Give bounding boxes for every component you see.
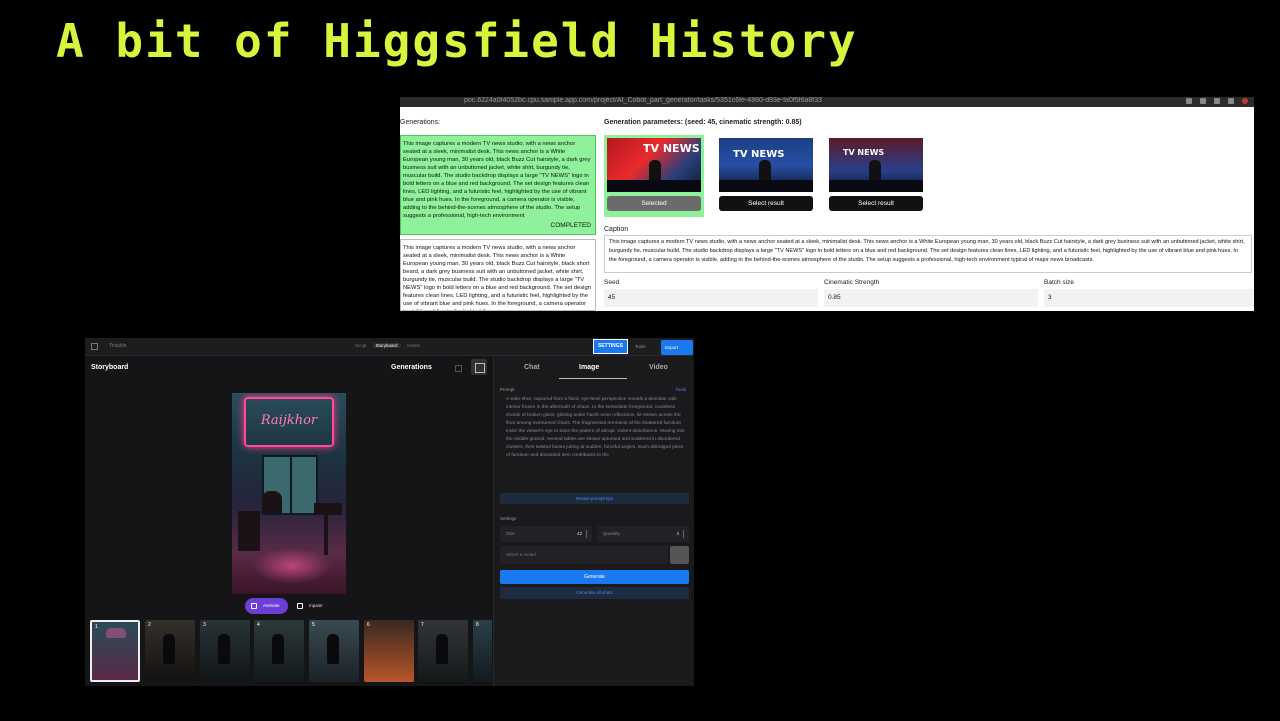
shot-thumbnail[interactable]: 7 [418, 620, 468, 682]
tab-chat[interactable]: Chat [524, 364, 540, 371]
shot-thumbnails: 1 2 3 4 5 6 7 8 [90, 620, 492, 682]
neon-sign: Raijkhor [244, 397, 334, 447]
export-button[interactable]: Export [661, 340, 693, 355]
generation-card-completed[interactable]: This image captures a modern TV news stu… [400, 135, 596, 235]
film-icon [251, 603, 257, 609]
model-select[interactable]: Select a model [500, 546, 668, 564]
tv-news-logo: TV NEWS [733, 149, 785, 160]
caption-textarea[interactable]: This image captures a modern TV news stu… [604, 235, 1252, 273]
anchor-figure [649, 160, 661, 182]
cinematic-strength-input[interactable]: 0.85 [824, 289, 1038, 307]
batch-size-input[interactable]: 3 [1044, 289, 1254, 307]
download-icon[interactable] [1228, 98, 1234, 104]
panel-toggle-icon[interactable] [471, 359, 487, 375]
shot-thumbnail[interactable]: 6 [364, 620, 414, 682]
caption-label: Caption [604, 226, 629, 233]
result-2: TV NEWS Select result [716, 135, 816, 217]
generate-all-shots-button[interactable]: Generate all shots [500, 587, 689, 599]
shot-thumbnail[interactable]: 2 [145, 620, 195, 682]
result-1: TV NEWS Selected [604, 135, 704, 217]
tv-news-logo: TV NEWS [643, 142, 700, 155]
generation-text: This image captures a modern TV news stu… [403, 141, 591, 219]
top-bar: Tintable Script Storyboard Assets SETTIN… [85, 338, 694, 356]
quantity-stepper[interactable]: Quantity 4 [597, 526, 689, 542]
generation-results-screenshot: poc.6224a0f4052bc.cpu.sample.app.com/pro… [400, 97, 1254, 311]
animate-label: Animate [263, 603, 280, 608]
generate-button[interactable]: Generate [500, 570, 689, 584]
generations-label: Generations: [400, 119, 441, 126]
shot-thumbnail[interactable]: 8 [473, 620, 492, 682]
home-icon[interactable] [91, 343, 98, 350]
browser-toolbar: poc.6224a0f4052bc.cpu.sample.app.com/pro… [400, 97, 1254, 107]
cinematic-strength-label: Cinematic Strength [824, 279, 880, 286]
result-image[interactable]: TV NEWS [719, 138, 813, 192]
size-label: Size [506, 531, 515, 536]
result-image[interactable]: TV NEWS [829, 138, 923, 192]
nav-storyboard[interactable]: Storyboard [372, 343, 401, 348]
batch-size-label: Batch size [1044, 279, 1074, 286]
quantity-value: 4 [676, 531, 679, 536]
tab-icon[interactable] [1214, 98, 1220, 104]
shot-thumbnail[interactable]: 4 [254, 620, 304, 682]
tv-news-logo: TV NEWS [843, 148, 885, 157]
project-name[interactable]: Tintable [109, 343, 127, 349]
select-result-button[interactable]: Select result [829, 196, 923, 211]
selected-button[interactable]: Selected [607, 196, 701, 211]
storyboard-title: Storyboard [91, 364, 129, 371]
result-image[interactable]: TV NEWS [607, 138, 701, 192]
size-value: 42 [576, 531, 582, 536]
settings-label: Settings [500, 516, 517, 521]
anchor-figure [869, 160, 881, 182]
top-nav: Script Storyboard Assets [355, 343, 420, 348]
prompt-tools-link[interactable]: Tools [675, 387, 686, 392]
address-bar[interactable]: poc.6224a0f4052bc.cpu.sample.app.com/pro… [464, 97, 822, 105]
generations-toggle[interactable]: Generations [391, 364, 432, 371]
model-thumbnail[interactable] [670, 546, 689, 564]
stepper-arrows-icon[interactable] [586, 530, 589, 538]
size-stepper[interactable]: Size 42 [500, 526, 592, 542]
neon-sign-text: Raijkhor [260, 413, 318, 428]
select-result-button[interactable]: Select result [719, 196, 813, 211]
brush-icon [297, 603, 303, 609]
settings-button[interactable]: SETTINGS [593, 339, 628, 354]
prompt-label: Prompt [500, 387, 515, 392]
slide-title: A bit of Higgsfield History [56, 14, 858, 68]
animate-button[interactable]: Animate [245, 598, 288, 614]
inpaint-label: Inpaint [309, 603, 323, 608]
storyboard-frame-image[interactable]: Raijkhor [232, 393, 346, 594]
quantity-label: Quantity [603, 531, 620, 536]
status-label: COMPLETED [550, 222, 591, 229]
generation-card[interactable]: This image captures a modern TV news stu… [400, 239, 596, 311]
extension-icon[interactable] [1186, 98, 1192, 104]
stepper-arrows-icon[interactable] [683, 530, 686, 538]
generation-text: This image captures a modern TV news stu… [403, 245, 591, 310]
active-tab-indicator [559, 378, 627, 379]
right-panel: Chat Image Video Prompt Tools A wide-sho… [493, 356, 694, 686]
anchor-figure [759, 160, 771, 182]
inpaint-button[interactable]: Inpaint [291, 598, 331, 614]
revise-prompt-button[interactable]: Revise prompt tips [500, 493, 689, 504]
result-3: TV NEWS Select result [826, 135, 926, 217]
storyboard-app-screenshot: Tintable Script Storyboard Assets SETTIN… [85, 338, 694, 686]
generation-parameters-label: Generation parameters: (seed: 45, cinema… [604, 119, 802, 126]
grid-view-icon[interactable] [455, 365, 462, 372]
tools-dropdown[interactable]: Tools [635, 344, 646, 349]
seed-input[interactable]: 45 [604, 289, 818, 307]
nav-assets[interactable]: Assets [407, 343, 421, 348]
tab-image[interactable]: Image [579, 364, 599, 371]
prompt-textarea[interactable]: A wide-shot, captured from a fixed, eye-… [506, 396, 686, 478]
profile-icon[interactable] [1242, 98, 1248, 104]
bookmark-icon[interactable] [1200, 98, 1206, 104]
tab-video[interactable]: Video [649, 364, 668, 371]
seed-label: Seed [604, 279, 620, 286]
nav-script[interactable]: Script [355, 343, 367, 348]
shot-thumbnail[interactable]: 1 [90, 620, 140, 682]
shot-thumbnail[interactable]: 3 [200, 620, 250, 682]
shot-thumbnail[interactable]: 5 [309, 620, 359, 682]
